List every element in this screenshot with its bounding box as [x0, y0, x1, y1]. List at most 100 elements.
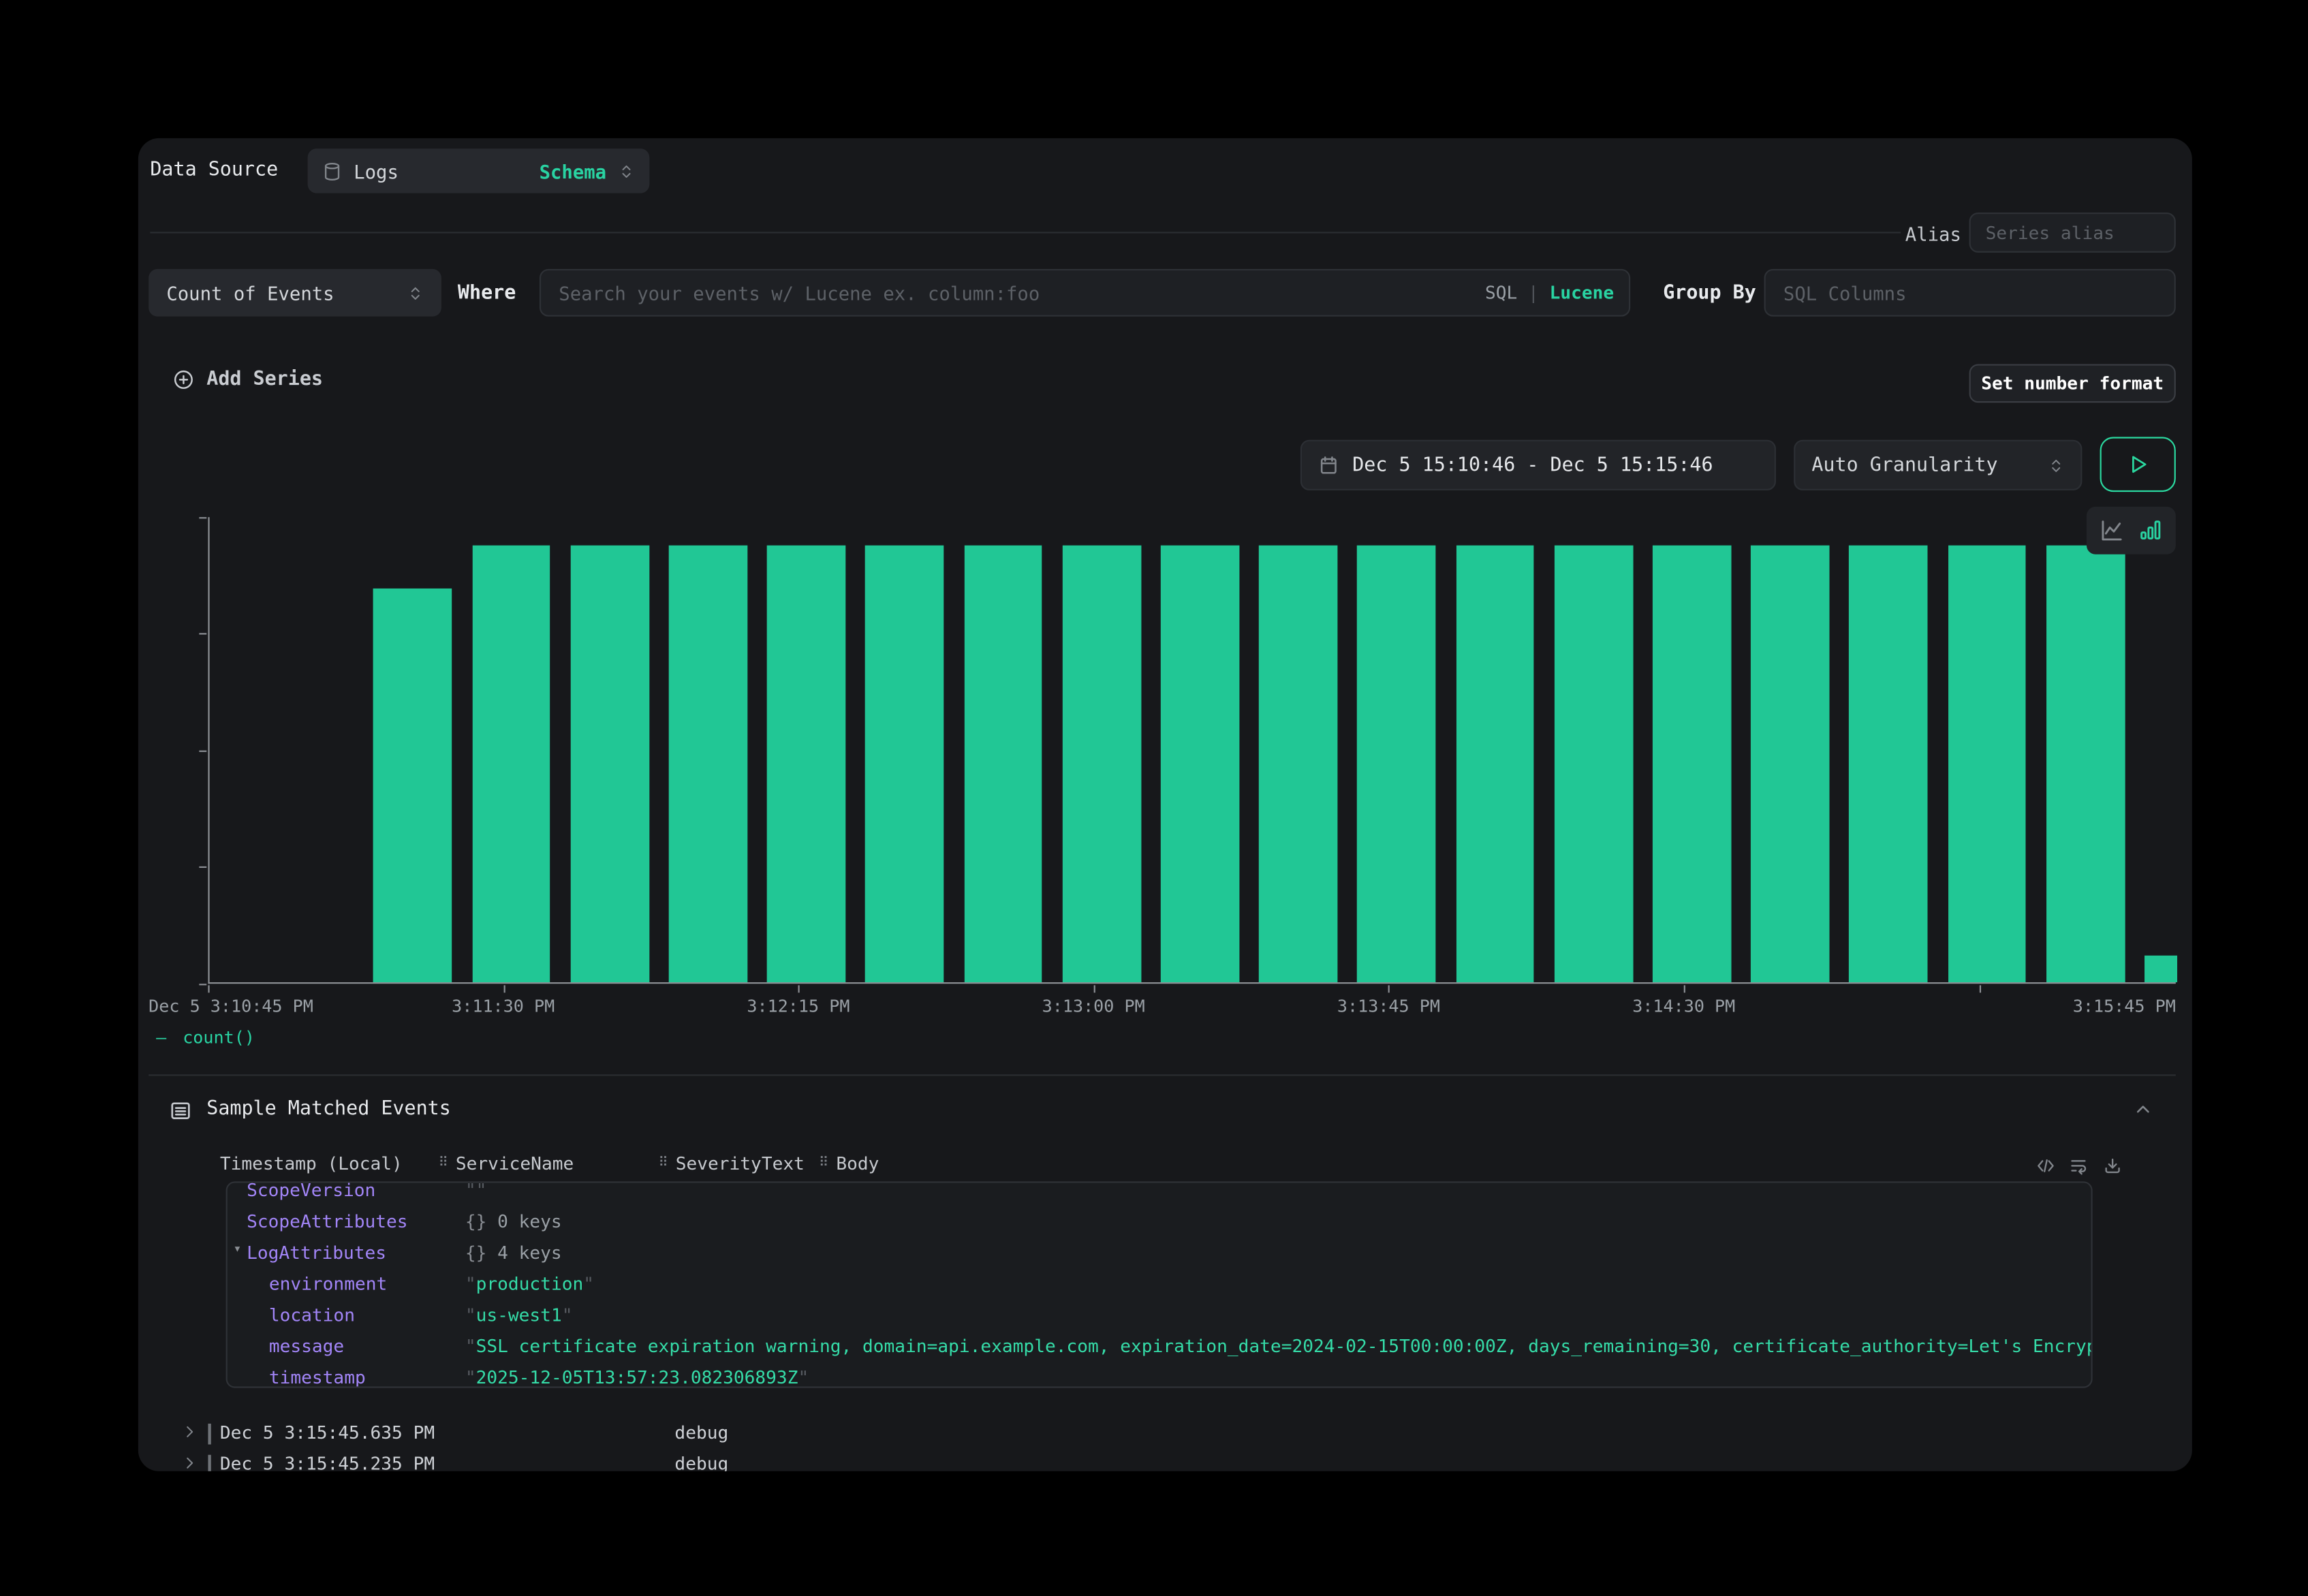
- x-axis-tick-label: 3:13:00 PM: [1042, 996, 1145, 1017]
- bar-chart-icon[interactable]: [2138, 518, 2162, 542]
- chart-bar: [669, 545, 748, 982]
- chart-bar: [373, 589, 452, 982]
- lucene-toggle[interactable]: Lucene: [1550, 283, 1615, 304]
- json-key[interactable]: timestamp: [269, 1367, 366, 1388]
- aggregate-value: Count of Events: [166, 281, 334, 304]
- x-axis-tick-label: 3:11:30 PM: [452, 996, 555, 1017]
- chart-bar: [1259, 545, 1338, 982]
- x-axis-tick-label: 3:14:30 PM: [1632, 996, 1735, 1017]
- aggregate-select[interactable]: Count of Events: [149, 269, 441, 317]
- json-key[interactable]: LogAttributes: [247, 1242, 386, 1264]
- chart-bar: [1456, 545, 1535, 982]
- json-detail-row[interactable]: location"us-west1": [228, 1302, 2091, 1333]
- chevron-right-icon[interactable]: [181, 1455, 198, 1471]
- y-axis-tick-mark: [199, 750, 206, 751]
- x-axis-tick-label: 3:13:45 PM: [1337, 996, 1440, 1017]
- x-axis-tick-label: Dec 5 3:10:45 PM: [149, 996, 313, 1017]
- legend-series-label: count(): [183, 1027, 255, 1048]
- chart-bar: [1850, 545, 1929, 982]
- search-placeholder: Search your events w/ Lucene ex. column:…: [559, 281, 1040, 304]
- data-source-label: Data Source: [150, 159, 278, 181]
- x-axis-tick-mark: [1388, 985, 1390, 992]
- event-row[interactable]: Dec 5 3:15:45.235 PMdebug: [138, 1450, 2192, 1471]
- time-range-picker[interactable]: Dec 5 15:10:46 - Dec 5 15:15:46: [1300, 440, 1776, 490]
- x-axis-tick-label: 3:12:15 PM: [747, 996, 849, 1017]
- severity-indicator-bar: [208, 1455, 210, 1471]
- chart-bar: [1948, 545, 2027, 982]
- search-input[interactable]: Search your events w/ Lucene ex. column:…: [540, 269, 1630, 317]
- chart-bar: [1554, 545, 1633, 982]
- column-header-servicename[interactable]: ⠿ ServiceName: [439, 1153, 574, 1174]
- json-key[interactable]: ScopeVersion: [247, 1181, 375, 1200]
- play-icon: [2127, 453, 2149, 475]
- schema-link[interactable]: Schema: [540, 160, 607, 183]
- sql-toggle[interactable]: SQL: [1485, 283, 1517, 304]
- code-icon[interactable]: [2036, 1156, 2055, 1175]
- json-key[interactable]: message: [269, 1336, 344, 1357]
- time-range-value: Dec 5 15:10:46 - Dec 5 15:15:46: [1352, 454, 1713, 476]
- chevrons-updown-icon: [407, 283, 424, 302]
- chart-builder-card: Data Source Logs Schema Alias Series ali…: [138, 138, 2192, 1471]
- json-detail-row[interactable]: environment "production": [228, 1270, 2091, 1302]
- column-header-label: SeverityText: [676, 1153, 805, 1174]
- json-key[interactable]: environment: [269, 1274, 387, 1295]
- event-severity: debug: [674, 1454, 728, 1471]
- event-severity: debug: [674, 1422, 728, 1443]
- event-timestamp: Dec 5 3:15:45.635 PM: [220, 1422, 435, 1443]
- json-detail-row[interactable]: ▾LogAttributes{} 4 keys: [228, 1239, 2091, 1270]
- json-value: "production": [465, 1274, 594, 1295]
- x-axis-tick-mark: [1979, 985, 1980, 992]
- braces-icon: {}: [465, 1211, 487, 1232]
- granularity-value: Auto Granularity: [1811, 454, 1997, 476]
- x-axis-tick-label: 3:15:45 PM: [2073, 996, 2176, 1017]
- json-detail-row[interactable]: message"SSL certificate expiration warni…: [228, 1333, 2091, 1364]
- group-by-input[interactable]: SQL Columns: [1764, 269, 2176, 317]
- json-detail-row[interactable]: timestamp"2025-12-05T13:57:23.082306893Z…: [228, 1364, 2091, 1388]
- database-icon: [322, 161, 341, 181]
- add-series-button[interactable]: Add Series: [172, 369, 323, 391]
- json-detail-row[interactable]: ScopeAttributes{} 0 keys: [228, 1208, 2091, 1240]
- event-row[interactable]: Dec 5 3:15:45.635 PM debug: [138, 1419, 2192, 1450]
- severity-indicator-bar: [208, 1424, 210, 1445]
- granularity-select[interactable]: Auto Granularity: [1794, 440, 2082, 490]
- expand-triangle-icon[interactable]: ▾: [234, 1242, 242, 1257]
- json-key[interactable]: location: [269, 1304, 355, 1326]
- group-by-label: Group By: [1663, 283, 1756, 305]
- language-toggle[interactable]: SQL | Lucene: [1485, 283, 1614, 304]
- chart-bar: [2046, 545, 2125, 982]
- chart-bar: [1653, 545, 1732, 982]
- set-number-format-button[interactable]: Set number format: [1969, 364, 2176, 403]
- x-axis-tick-mark: [1684, 985, 1685, 992]
- page: Data Source Logs Schema Alias Series ali…: [0, 0, 2308, 1596]
- column-header-timestamp-local-[interactable]: Timestamp (Local): [220, 1153, 403, 1174]
- json-key[interactable]: ScopeAttributes: [247, 1211, 407, 1232]
- sample-matched-events-title: Sample Matched Events: [206, 1098, 451, 1121]
- y-axis-tick-mark: [199, 983, 206, 984]
- wrap-text-icon[interactable]: [2069, 1156, 2088, 1175]
- chevron-right-icon[interactable]: [181, 1424, 198, 1440]
- calendar-icon: [1318, 455, 1339, 476]
- y-axis-tick-mark: [199, 516, 206, 518]
- drag-handle-icon[interactable]: ⠿: [658, 1156, 668, 1171]
- group-by-placeholder: SQL Columns: [1783, 281, 1907, 304]
- braces-icon: {}: [465, 1242, 487, 1264]
- chart-bar: [2145, 956, 2177, 983]
- column-header-severitytext[interactable]: ⠿ SeverityText: [658, 1153, 804, 1174]
- chart-bar: [964, 545, 1043, 982]
- y-axis-tick-mark: [199, 866, 206, 868]
- bar-chart-plot: [208, 517, 2175, 984]
- alias-divider: [150, 232, 1901, 233]
- data-source-select[interactable]: Logs Schema: [308, 148, 650, 193]
- collapse-section-chevron-up-icon[interactable]: [2133, 1099, 2154, 1121]
- json-value: "": [465, 1181, 487, 1200]
- run-query-button[interactable]: [2100, 437, 2176, 492]
- download-icon[interactable]: [2103, 1156, 2122, 1175]
- series-alias-input[interactable]: Series alias: [1969, 213, 2176, 253]
- drag-handle-icon[interactable]: ⠿: [439, 1156, 448, 1171]
- chevrons-updown-icon: [2048, 456, 2064, 475]
- drag-handle-icon[interactable]: ⠿: [819, 1156, 828, 1171]
- column-header-label: ServiceName: [456, 1153, 574, 1174]
- line-chart-icon[interactable]: [2100, 518, 2124, 542]
- json-detail-row[interactable]: ScopeVersion "": [228, 1181, 2091, 1208]
- column-header-body[interactable]: ⠿Body: [819, 1153, 879, 1174]
